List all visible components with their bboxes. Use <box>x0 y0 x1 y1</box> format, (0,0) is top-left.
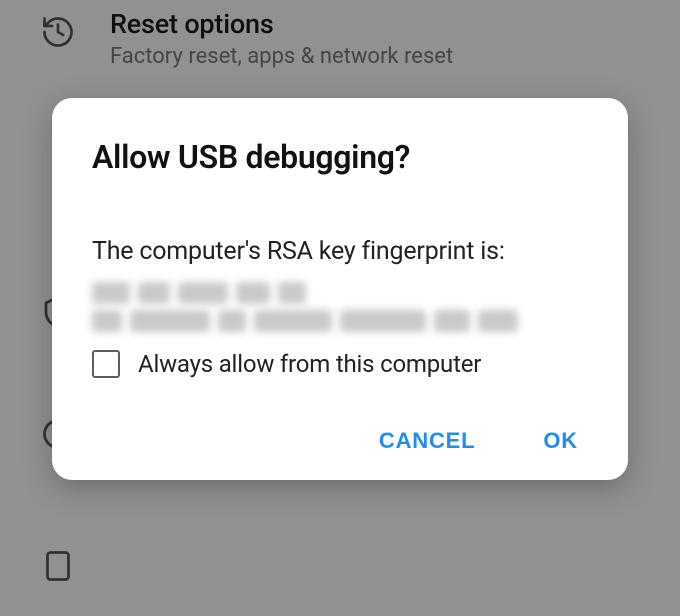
dialog-actions: CANCEL OK <box>92 428 588 454</box>
dialog-title: Allow USB debugging? <box>92 138 588 176</box>
dialog-body: The computer's RSA key fingerprint is: <box>92 234 588 270</box>
usb-debugging-dialog: Allow USB debugging? The computer's RSA … <box>52 98 628 480</box>
ok-button[interactable]: OK <box>543 428 578 454</box>
always-allow-label: Always allow from this computer <box>138 350 481 378</box>
always-allow-row[interactable]: Always allow from this computer <box>92 350 588 378</box>
rsa-fingerprint-redacted <box>92 282 588 332</box>
always-allow-checkbox[interactable] <box>92 350 120 378</box>
cancel-button[interactable]: CANCEL <box>379 428 475 454</box>
